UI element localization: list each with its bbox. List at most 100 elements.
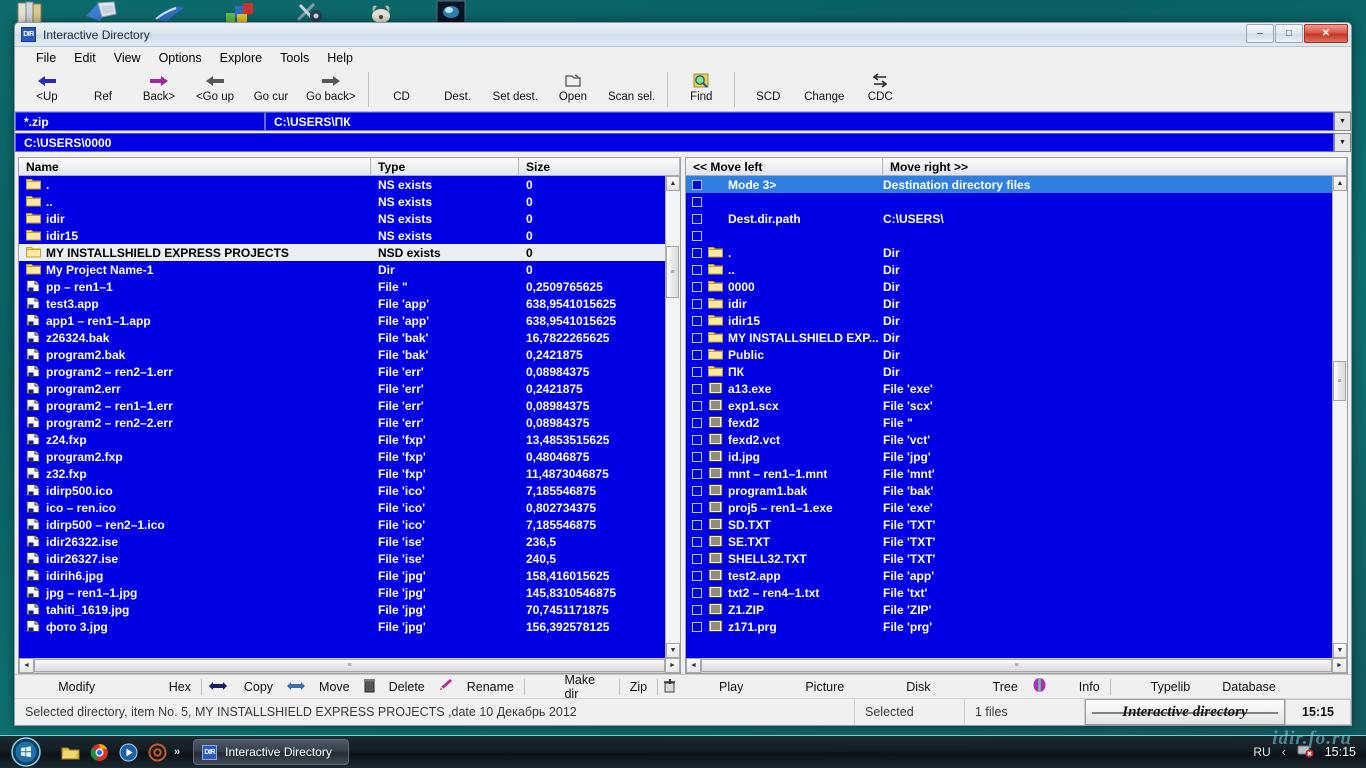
- database-button[interactable]: Database: [1212, 675, 1286, 698]
- left-horizontal-scrollbar[interactable]: ◄ ≡ ►: [19, 658, 680, 673]
- row-checkbox[interactable]: [686, 196, 708, 207]
- checkbox-icon[interactable]: [692, 536, 702, 547]
- checkbox-icon[interactable]: [692, 349, 702, 360]
- right-vertical-scrollbar[interactable]: ▲ ≡ ▼: [1332, 176, 1347, 658]
- taskbar-button-interactive-directory[interactable]: DIR Interactive Directory: [193, 739, 349, 765]
- right-file-list[interactable]: Mode 3> Destination directory files Dest.d…: [686, 176, 1332, 658]
- checkbox-icon[interactable]: [692, 502, 702, 513]
- row-checkbox[interactable]: [686, 434, 708, 445]
- table-row[interactable]: idir26327.ise File 'ise' 240,5: [19, 550, 665, 567]
- table-row[interactable]: .. Dir: [686, 261, 1332, 278]
- column-header-size[interactable]: Size: [519, 158, 680, 175]
- close-button[interactable]: ✕: [1304, 24, 1348, 43]
- right-scroll-track[interactable]: ≡: [1333, 191, 1347, 643]
- info-button[interactable]: Info: [1069, 675, 1110, 698]
- checkbox-icon[interactable]: [692, 400, 702, 411]
- table-row[interactable]: program2.bak File 'bak' 0,2421875: [19, 346, 665, 363]
- toolbar-button-open[interactable]: Open: [545, 68, 601, 111]
- folder-explorer-icon[interactable]: [60, 742, 80, 762]
- table-row[interactable]: fexd2.vct File 'vct': [686, 431, 1332, 448]
- table-row[interactable]: MY INSTALLSHIELD EXP... Dir: [686, 329, 1332, 346]
- toolbar-button-go-back[interactable]: Go back>: [299, 68, 363, 111]
- row-checkbox[interactable]: [686, 621, 708, 632]
- menu-item-view[interactable]: View: [105, 49, 150, 67]
- table-row[interactable]: exp1.scx File 'scx': [686, 397, 1332, 414]
- row-checkbox[interactable]: [686, 349, 708, 360]
- toolbar-button-back[interactable]: Back>: [131, 68, 187, 111]
- table-row[interactable]: fexd2 File ": [686, 414, 1332, 431]
- table-row[interactable]: idir NS exists 0: [19, 210, 665, 227]
- table-row[interactable]: test3.app File 'app' 638,9541015625: [19, 295, 665, 312]
- checkbox-icon[interactable]: [692, 519, 702, 530]
- checkbox-icon[interactable]: [692, 332, 702, 343]
- disk-button[interactable]: Disk: [896, 675, 940, 698]
- table-row[interactable]: program2.err File 'err' 0,2421875: [19, 380, 665, 397]
- menu-item-help[interactable]: Help: [318, 49, 362, 67]
- table-row[interactable]: idirih6.jpg File 'jpg' 158,416015625: [19, 567, 665, 584]
- scroll-left-icon[interactable]: ◄: [19, 658, 34, 673]
- row-checkbox[interactable]: [686, 451, 708, 462]
- row-checkbox[interactable]: [686, 417, 708, 428]
- copy-button[interactable]: Copy: [234, 675, 283, 698]
- left-hscroll-thumb[interactable]: ≡: [34, 659, 665, 672]
- table-row[interactable]: ico – ren.ico File 'ico' 0,802734375: [19, 499, 665, 516]
- row-checkbox[interactable]: [686, 230, 708, 241]
- checkbox-icon[interactable]: [692, 196, 702, 207]
- table-row[interactable]: Dest.dir.path C:\USERS\: [686, 210, 1332, 227]
- scroll-down-icon[interactable]: ▼: [666, 643, 680, 658]
- table-row[interactable]: . NS exists 0: [19, 176, 665, 193]
- checkbox-icon[interactable]: [692, 621, 702, 632]
- table-row[interactable]: SD.TXT File 'TXT': [686, 516, 1332, 533]
- checkbox-icon[interactable]: [692, 417, 702, 428]
- table-row[interactable]: z32.fxp File 'fxp' 11,4873046875: [19, 465, 665, 482]
- left-file-list[interactable]: . NS exists 0.. NS exists 0 idir NS exists 0 idi…: [19, 176, 665, 658]
- table-row[interactable]: idir26322.ise File 'ise' 236,5: [19, 533, 665, 550]
- table-row[interactable]: [686, 193, 1332, 210]
- make-dir-button[interactable]: Make dir: [554, 673, 618, 701]
- right-scroll-thumb[interactable]: ≡: [1333, 361, 1346, 401]
- left-scroll-thumb[interactable]: ≡: [666, 246, 679, 298]
- scroll-right-icon[interactable]: ►: [1332, 658, 1347, 673]
- table-row[interactable]: proj5 – ren1–1.exe File 'exe': [686, 499, 1332, 516]
- table-row[interactable]: id.jpg File 'jpg': [686, 448, 1332, 465]
- checkbox-icon[interactable]: [692, 366, 702, 377]
- maximize-button[interactable]: □: [1275, 24, 1303, 43]
- file-mask-field[interactable]: *.zip: [15, 112, 265, 131]
- checkbox-icon[interactable]: [692, 213, 702, 224]
- chevron-left-icon[interactable]: ‹: [1282, 745, 1286, 759]
- scroll-up-icon[interactable]: ▲: [1333, 176, 1347, 191]
- scroll-left-icon[interactable]: ◄: [686, 658, 701, 673]
- column-header-type[interactable]: Type: [371, 158, 519, 175]
- language-indicator[interactable]: RU: [1253, 745, 1270, 759]
- menu-item-options[interactable]: Options: [150, 49, 211, 67]
- source-path-field[interactable]: C:\USERS\ПК: [265, 112, 1334, 131]
- toolbar-button-change[interactable]: Change: [796, 68, 852, 111]
- row-checkbox[interactable]: [686, 383, 708, 394]
- row-checkbox[interactable]: [686, 281, 708, 292]
- toolbar-button-ref[interactable]: Ref: [75, 68, 131, 111]
- row-checkbox[interactable]: [686, 247, 708, 258]
- hex-button[interactable]: Hex: [159, 675, 201, 698]
- table-row[interactable]: idirp500.ico File 'ico' 7,185546875: [19, 482, 665, 499]
- table-row[interactable]: z24.fxp File 'fxp' 13,4853515625: [19, 431, 665, 448]
- table-row[interactable]: idir Dir: [686, 295, 1332, 312]
- right-hscroll-thumb[interactable]: ≡: [701, 659, 1332, 672]
- media-player-icon[interactable]: [118, 742, 138, 762]
- right-horizontal-scrollbar[interactable]: ◄ ≡ ►: [686, 658, 1347, 673]
- table-row[interactable]: SE.TXT File 'TXT': [686, 533, 1332, 550]
- windows-orb-icon[interactable]: [2, 737, 50, 768]
- table-row[interactable]: [686, 227, 1332, 244]
- menu-item-tools[interactable]: Tools: [271, 49, 318, 67]
- picture-button[interactable]: Picture: [795, 675, 854, 698]
- minimize-button[interactable]: –: [1246, 24, 1274, 43]
- left-vertical-scrollbar[interactable]: ▲ ≡ ▼: [665, 176, 680, 658]
- column-header-move-left[interactable]: << Move left: [686, 158, 883, 175]
- checkbox-icon[interactable]: [692, 570, 702, 581]
- row-checkbox[interactable]: [686, 468, 708, 479]
- current-path-field[interactable]: C:\USERS\0000: [15, 133, 1334, 152]
- modify-button[interactable]: Modify: [48, 675, 105, 698]
- row-checkbox[interactable]: [686, 264, 708, 275]
- table-row[interactable]: фото 3.jpg File 'jpg' 156,392578125: [19, 618, 665, 635]
- chrome-icon[interactable]: [89, 742, 109, 762]
- checkbox-icon[interactable]: [692, 179, 702, 190]
